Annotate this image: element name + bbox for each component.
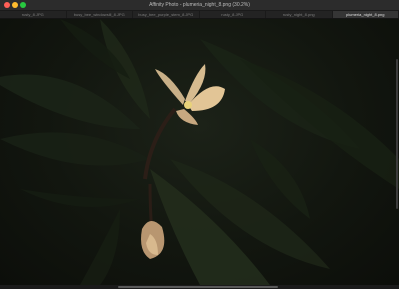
document-tab[interactable]: rusty_night_8.png xyxy=(266,11,333,18)
horizontal-scrollbar[interactable] xyxy=(0,285,399,289)
document-tab-active[interactable]: plumeria_night_8.png xyxy=(332,11,399,18)
document-tab[interactable]: rusty_8.JPG xyxy=(200,11,266,18)
document-tab[interactable]: busy_bee_purple_stem_8.JPG xyxy=(133,11,200,18)
leaves-layer xyxy=(0,19,399,285)
document-tab[interactable]: rusty_8.JPG xyxy=(0,11,67,18)
document-tab-bar: rusty_8.JPG busy_bee_windowsill_8.JPG bu… xyxy=(0,11,399,19)
plumeria-bud xyxy=(141,220,165,259)
horizontal-scroll-thumb[interactable] xyxy=(118,286,278,288)
vertical-scroll-thumb[interactable] xyxy=(396,59,398,209)
image-canvas[interactable] xyxy=(0,19,399,285)
plumeria-flower xyxy=(155,64,225,125)
title-bar[interactable]: Affinity Photo - plumeria_night_8.png (3… xyxy=(0,0,399,11)
document-tab[interactable]: busy_bee_windowsill_8.JPG xyxy=(67,11,133,18)
app-window: Affinity Photo - plumeria_night_8.png (3… xyxy=(0,0,399,289)
vertical-scrollbar[interactable] xyxy=(395,19,399,285)
window-title: Affinity Photo - plumeria_night_8.png (3… xyxy=(149,2,250,8)
stem xyxy=(143,107,177,180)
plumeria-photo xyxy=(0,19,399,285)
